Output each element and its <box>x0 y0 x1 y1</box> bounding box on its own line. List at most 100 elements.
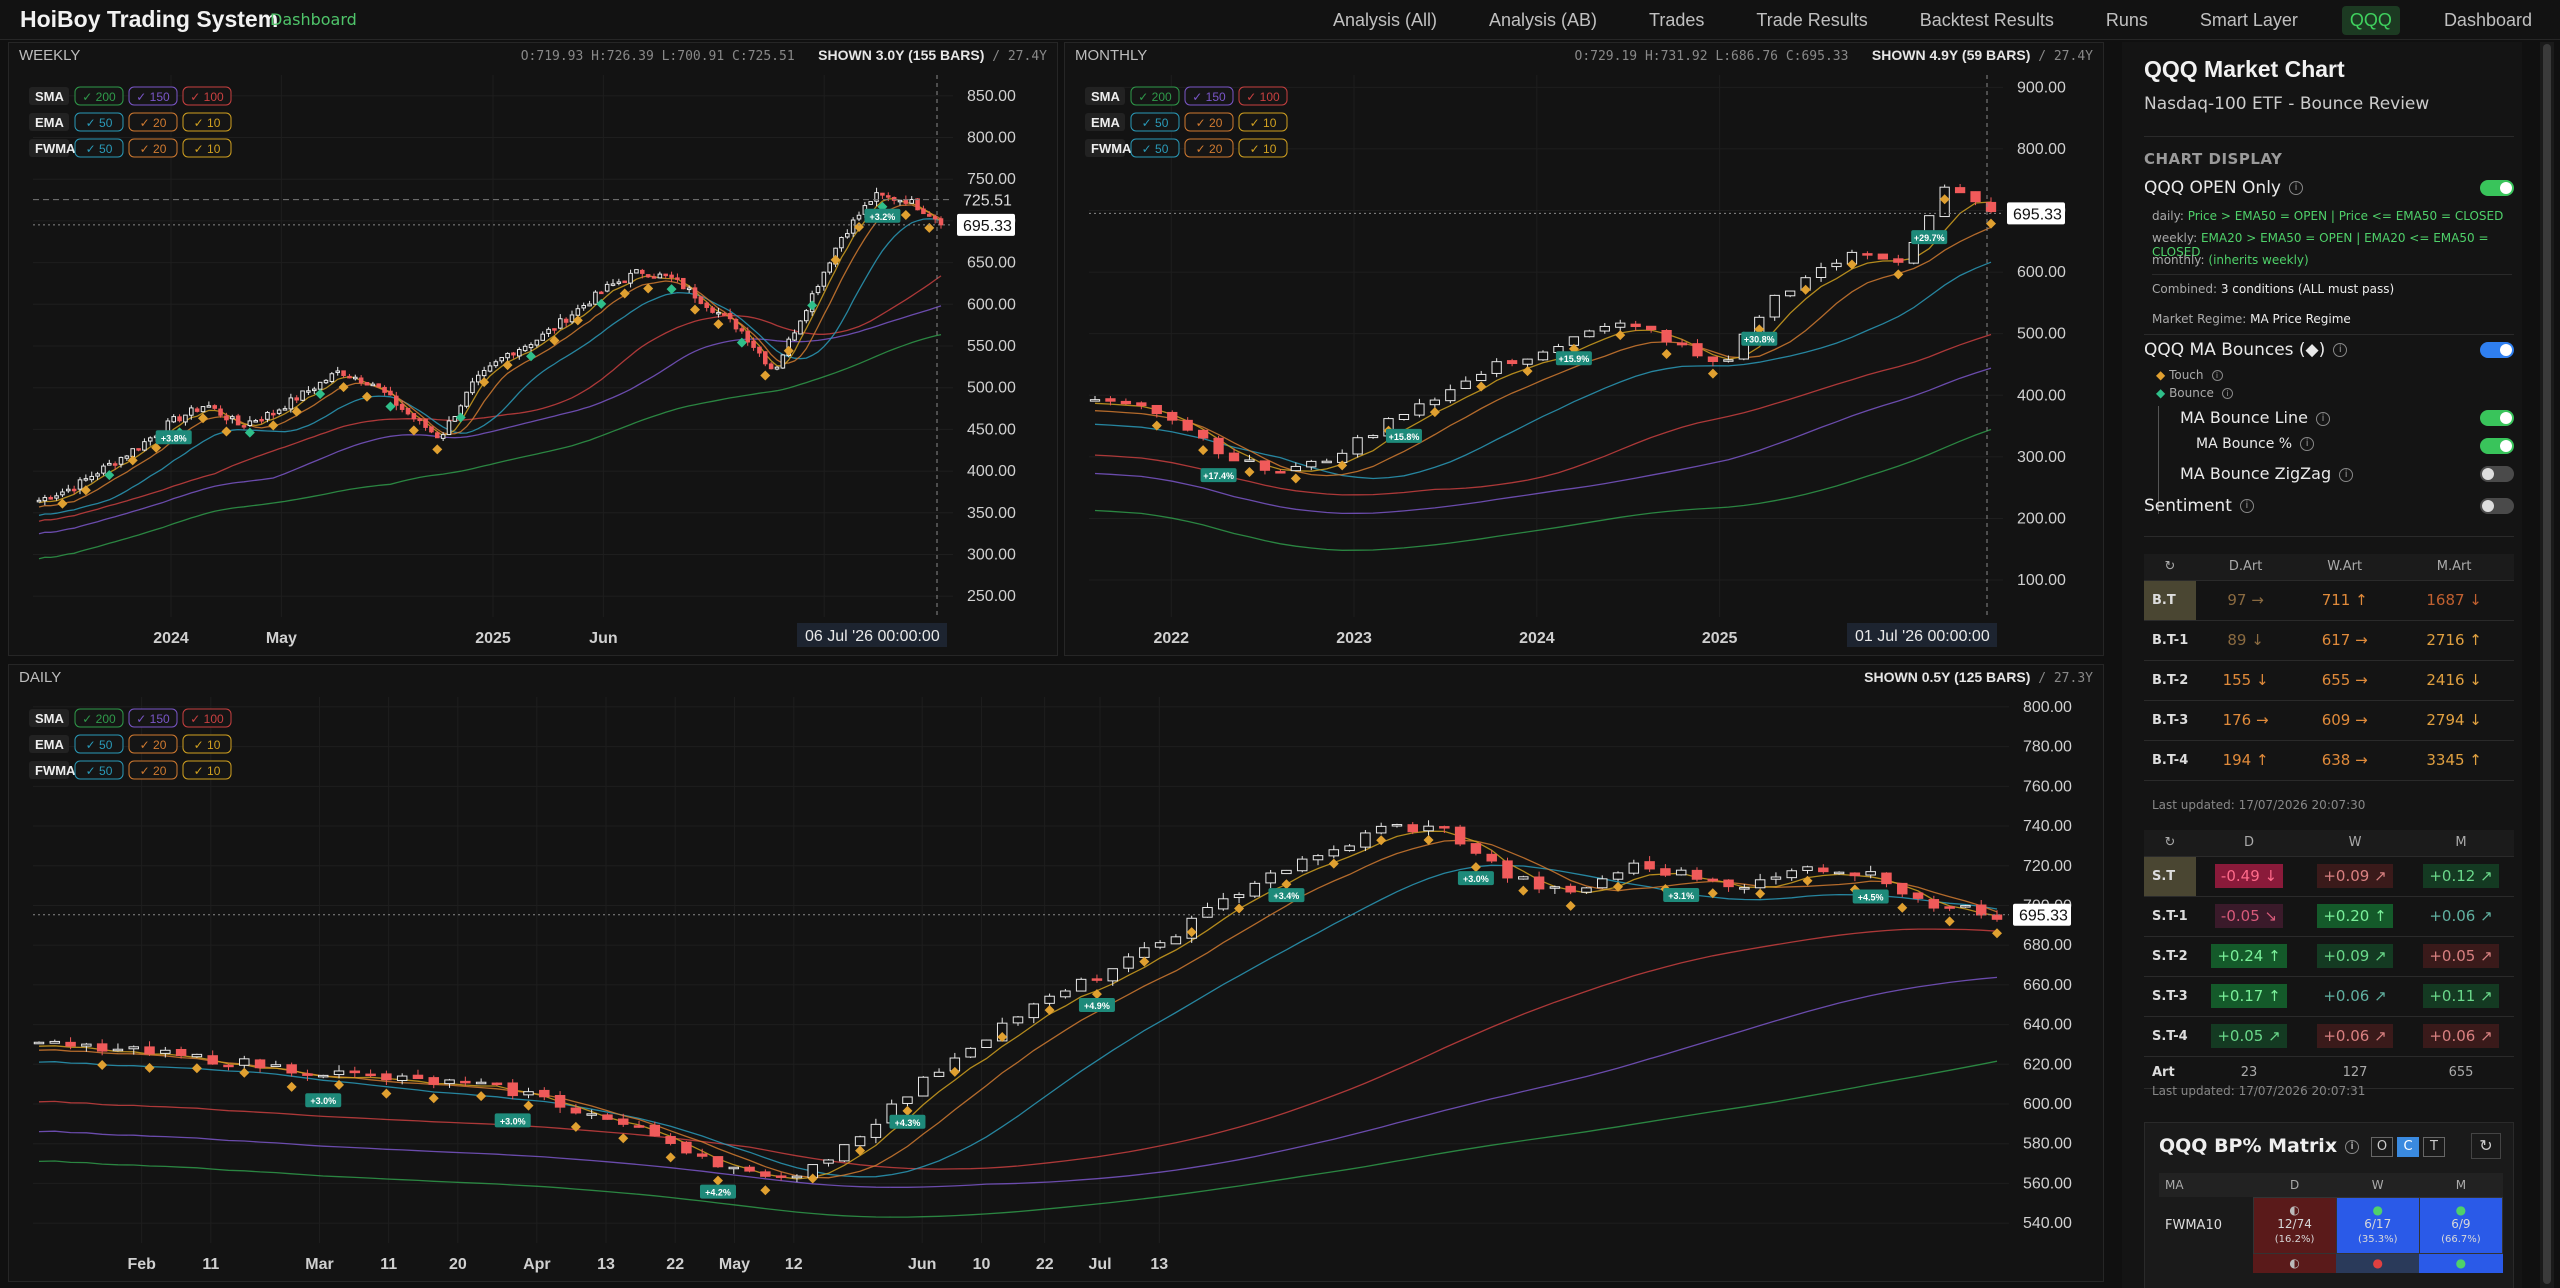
touch-marker <box>1707 368 1718 379</box>
info-icon[interactable]: i <box>2315 411 2330 426</box>
candle-body <box>845 233 850 238</box>
touch-marker <box>1044 1005 1055 1016</box>
candle-body <box>522 345 528 352</box>
st-updated: Last updated: 17/07/2026 20:07:31 <box>2152 1084 2366 1098</box>
touch-marker <box>760 370 771 381</box>
legend-chip-label: ✓ 20 <box>140 738 167 752</box>
candle-body <box>423 419 428 428</box>
candle-body <box>399 403 405 410</box>
mode-t-button[interactable]: T <box>2423 1137 2445 1157</box>
info-icon[interactable]: i <box>2221 388 2233 399</box>
nav-qqq[interactable]: QQQ <box>2341 5 2400 35</box>
y-tick-label: 100.00 <box>2017 572 2066 589</box>
candle-body <box>1306 460 1317 468</box>
candle-body <box>171 416 176 423</box>
refresh-icon[interactable]: ↻ <box>2144 554 2196 581</box>
info-icon[interactable]: i <box>2339 467 2354 482</box>
candle-body <box>1628 862 1640 874</box>
candle-body <box>144 1046 155 1055</box>
candle-body <box>376 383 381 388</box>
touch-marker <box>502 360 513 371</box>
pct-badge-label: +29.7% <box>1914 233 1945 243</box>
bounce-zigzag-toggle[interactable] <box>2480 466 2514 482</box>
candle-body <box>616 281 622 284</box>
info-icon[interactable]: i <box>2300 437 2315 451</box>
candle-body <box>96 1043 108 1052</box>
sentiment-toggle[interactable] <box>2480 498 2514 514</box>
candle-body <box>89 475 94 481</box>
candle-body <box>1770 876 1782 880</box>
x-tick-label: 2024 <box>1519 630 1555 647</box>
candle-body <box>1486 853 1497 862</box>
candle-body <box>918 1076 929 1097</box>
nav-analysis-all[interactable]: Analysis (All) <box>1325 6 1445 35</box>
info-icon[interactable]: i <box>2333 343 2348 357</box>
touch-marker <box>1470 862 1481 873</box>
touch-marker <box>286 1081 297 1092</box>
info-icon[interactable]: i <box>2211 370 2223 381</box>
open-only-toggle[interactable] <box>2480 180 2514 196</box>
mode-o-button[interactable]: O <box>2371 1137 2393 1157</box>
x-tick-label: 2022 <box>1153 630 1189 647</box>
nav-dashboard[interactable]: Dashboard <box>2436 6 2540 35</box>
sentiment-row: Sentiment i <box>2144 496 2514 516</box>
table-row: FWMA10 ◐ 12/74 (16.2%) ● 6/17 (35.3%) ● 6/9 (6… <box>2159 1196 2504 1254</box>
candle-body <box>1281 869 1292 875</box>
weekly-chart[interactable]: 850.00800.00750.00700.00650.00600.00550.… <box>13 67 1053 653</box>
candle-body <box>1630 323 1641 328</box>
legend-chip-label: ✓ 50 <box>1142 142 1169 156</box>
candle-body <box>207 1055 218 1065</box>
candle-body <box>1692 343 1703 357</box>
pct-badge-label: +3.0% <box>1463 874 1489 884</box>
candle-body <box>633 1125 645 1128</box>
mode-c-button[interactable]: C <box>2397 1137 2419 1157</box>
table-row: S.T -0.49 ↓ +0.09 ↗ +0.12 ↗ <box>2144 856 2514 897</box>
daily-shown: SHOWN 0.5Y (125 BARS) <box>1864 669 2031 685</box>
candle-body <box>411 413 417 420</box>
sidebar-scrollbar[interactable] <box>2540 42 2554 1288</box>
legend-chip-label: ✓ 50 <box>86 738 113 752</box>
nav-backtest-results[interactable]: Backtest Results <box>1912 6 2062 35</box>
monthly-chart[interactable]: 900.00800.00700.00600.00500.00400.00300.… <box>1069 67 2099 653</box>
nav-runs[interactable]: Runs <box>2098 6 2156 35</box>
nav-smart-layer[interactable]: Smart Layer <box>2192 6 2306 35</box>
sidebar-title: QQQ Market Chart <box>2144 56 2345 82</box>
candle-body <box>827 262 832 273</box>
candle-body <box>1970 191 1981 203</box>
candle-body <box>230 416 235 420</box>
candle-body <box>349 1070 361 1074</box>
y-tick-label: 400.00 <box>2017 387 2066 404</box>
refresh-icon[interactable]: ↻ <box>2471 1133 2501 1159</box>
legend-label: FWMA <box>35 763 76 778</box>
refresh-icon[interactable]: ↻ <box>2144 830 2196 857</box>
bp-matrix-card: QQQ BP% Matrix i O C T ↻ MA D W M FWMA10 ◐ 12… <box>2144 1122 2514 1288</box>
candle-body <box>282 408 288 411</box>
info-icon[interactable]: i <box>2345 1139 2360 1154</box>
daily-title: DAILY <box>19 669 62 686</box>
bounce-pct-toggle[interactable] <box>2480 438 2514 454</box>
candle-body <box>241 425 247 428</box>
nav-trades[interactable]: Trades <box>1641 6 1712 35</box>
nav-trade-results[interactable]: Trade Results <box>1748 6 1875 35</box>
ma-bounces-toggle[interactable] <box>2480 342 2514 358</box>
legend-chip-label: ✓ 50 <box>86 116 113 130</box>
candle-body <box>1518 876 1529 880</box>
candle-body <box>1429 399 1441 406</box>
pct-badge-label: +3.1% <box>1668 891 1694 901</box>
brand-title[interactable]: HoiBoy Trading System <box>20 6 278 33</box>
pct-badge-label: +3.2% <box>870 212 896 222</box>
candle-body <box>364 381 370 386</box>
candle-body <box>428 1077 440 1085</box>
candle-body <box>476 374 481 383</box>
daily-chart[interactable]: 800.00780.00760.00740.00720.00700.00680.… <box>13 689 2099 1279</box>
info-icon[interactable]: i <box>2239 499 2254 513</box>
candle-body <box>570 1107 582 1114</box>
candle-body <box>1975 904 1987 916</box>
info-icon[interactable]: i <box>2288 181 2303 195</box>
nav-analysis-ab[interactable]: Analysis (AB) <box>1481 6 1605 35</box>
bounce-line-toggle[interactable] <box>2480 410 2514 426</box>
candle-body <box>160 1049 171 1054</box>
candle-body <box>254 1059 266 1069</box>
touch-marker <box>855 1145 866 1156</box>
pct-badge-label: +3.8% <box>161 433 187 443</box>
